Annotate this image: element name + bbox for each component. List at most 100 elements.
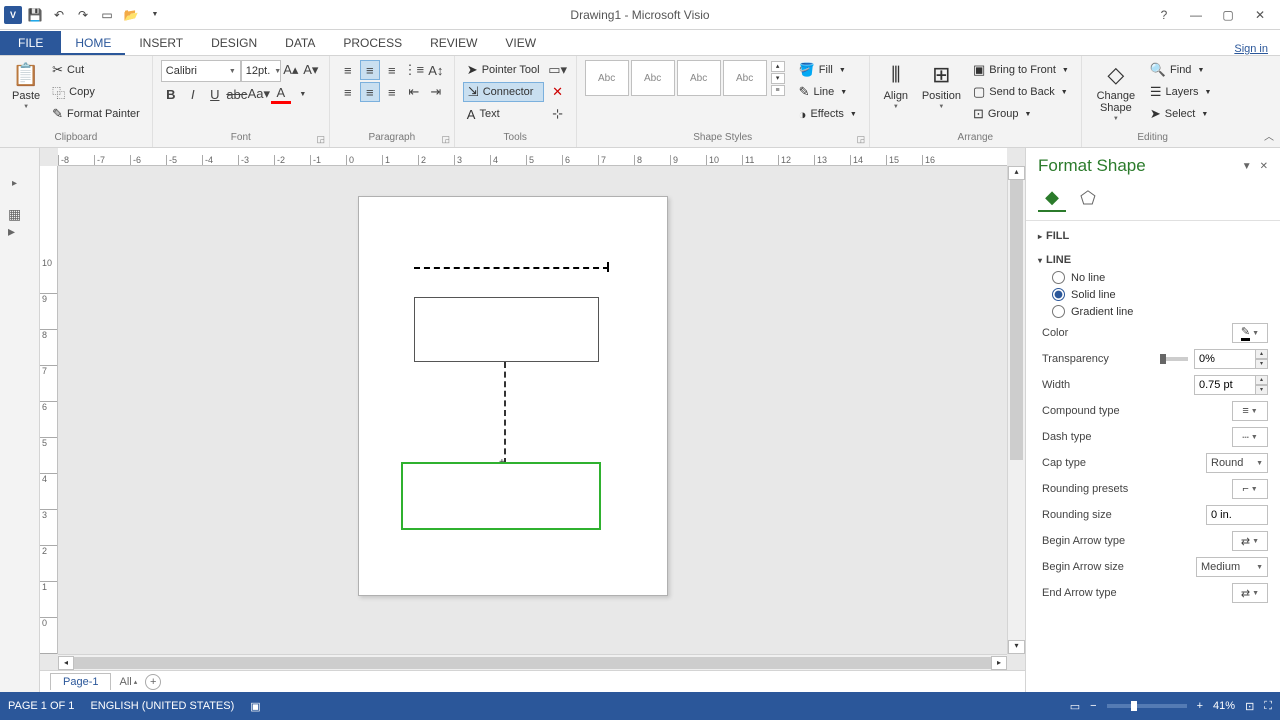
- width-input[interactable]: [1194, 375, 1256, 395]
- increase-font-icon[interactable]: A▴: [281, 60, 301, 80]
- fill-section-header[interactable]: ▸FILL: [1038, 227, 1276, 245]
- tab-process[interactable]: PROCESS: [329, 31, 416, 55]
- find-button[interactable]: 🔍Find▼: [1146, 60, 1216, 80]
- presentation-mode-icon[interactable]: ▭: [1070, 700, 1080, 713]
- bold-button[interactable]: B: [161, 84, 181, 104]
- font-size-combo[interactable]: 12pt.▼: [241, 60, 281, 82]
- fit-page-icon[interactable]: ⊡: [1245, 700, 1254, 713]
- font-color-dropdown[interactable]: ▼: [293, 84, 313, 104]
- begin-arrow-type-dropdown[interactable]: ⇄▼: [1232, 531, 1268, 551]
- align-button[interactable]: ⫴Align▼: [878, 60, 914, 112]
- scroll-left-button[interactable]: ◂: [58, 656, 74, 670]
- scroll-right-button[interactable]: ▸: [991, 656, 1007, 670]
- close-icon[interactable]: ✕: [1248, 3, 1272, 27]
- tab-home[interactable]: HOME: [61, 31, 125, 55]
- horizontal-scrollbar[interactable]: ◂ ▸: [58, 654, 1007, 670]
- line-button[interactable]: ✎Line▼: [795, 82, 861, 102]
- macro-record-icon[interactable]: ▣: [250, 700, 260, 713]
- bring-to-front-button[interactable]: ▣Bring to Front▼: [969, 60, 1073, 80]
- align-left-button[interactable]: ≡: [338, 82, 358, 102]
- bullets-button[interactable]: ⋮≡: [404, 60, 424, 80]
- underline-button[interactable]: U: [205, 84, 225, 104]
- spin-down-icon[interactable]: ▾: [1256, 385, 1268, 395]
- language-indicator[interactable]: ENGLISH (UNITED STATES): [90, 700, 234, 712]
- align-middle-button[interactable]: ≡: [360, 60, 380, 80]
- open-icon[interactable]: 📂: [120, 4, 142, 26]
- spin-up-icon[interactable]: ▴: [1256, 375, 1268, 385]
- expand-shapes-icon[interactable]: ▸: [12, 178, 17, 189]
- collapse-ribbon-icon[interactable]: ︿: [1264, 128, 1274, 143]
- end-arrow-type-dropdown[interactable]: ⇄▼: [1232, 583, 1268, 603]
- fill-line-tab-icon[interactable]: ◆: [1038, 184, 1066, 212]
- dash-type-dropdown[interactable]: ┄▼: [1232, 427, 1268, 447]
- rectangle-shape-2-highlighted[interactable]: [401, 462, 601, 530]
- add-page-button[interactable]: +: [145, 674, 161, 690]
- decrease-indent-button[interactable]: ⇤: [404, 82, 424, 102]
- maximize-icon[interactable]: ▢: [1216, 3, 1240, 27]
- minimize-icon[interactable]: —: [1184, 3, 1208, 27]
- begin-arrow-size-dropdown[interactable]: Medium▼: [1196, 557, 1268, 577]
- shape-style-4[interactable]: Abc: [723, 60, 767, 96]
- line-end-handle[interactable]: [607, 262, 609, 272]
- text-direction-button[interactable]: A↕: [426, 60, 446, 80]
- tab-design[interactable]: DESIGN: [197, 31, 271, 55]
- full-screen-icon[interactable]: ⛶: [1264, 700, 1272, 713]
- scroll-down-icon[interactable]: ▾: [771, 73, 785, 84]
- page-indicator[interactable]: PAGE 1 OF 1: [8, 700, 74, 712]
- save-icon[interactable]: 💾: [24, 4, 46, 26]
- shapes-stencil-icon[interactable]: ▦▸: [8, 206, 21, 240]
- drawing-page[interactable]: +: [358, 196, 668, 596]
- undo-icon[interactable]: ↶: [48, 4, 70, 26]
- shape-style-1[interactable]: Abc: [585, 60, 629, 96]
- italic-button[interactable]: I: [183, 84, 203, 104]
- increase-indent-button[interactable]: ⇥: [426, 82, 446, 102]
- sign-in-link[interactable]: Sign in: [1234, 43, 1280, 55]
- pane-options-icon[interactable]: ▼: [1242, 161, 1252, 172]
- qat-customize-icon[interactable]: ▼: [144, 4, 166, 26]
- tab-insert[interactable]: INSERT: [125, 31, 197, 55]
- font-color-button[interactable]: A: [271, 84, 291, 104]
- redo-icon[interactable]: ↷: [72, 4, 94, 26]
- connector-line[interactable]: [504, 362, 506, 464]
- align-top-button[interactable]: ≡: [338, 60, 358, 80]
- zoom-level[interactable]: 41%: [1213, 700, 1235, 712]
- rectangle-tool-button[interactable]: ▭▾: [548, 60, 568, 80]
- copy-button[interactable]: ⿻Copy: [48, 82, 144, 102]
- tab-view[interactable]: VIEW: [491, 31, 550, 55]
- zoom-in-button[interactable]: +: [1197, 700, 1203, 712]
- shape-style-2[interactable]: Abc: [631, 60, 675, 96]
- font-dialog-launcher[interactable]: ◲: [315, 133, 327, 145]
- tab-data[interactable]: DATA: [271, 31, 329, 55]
- change-case-button[interactable]: Aa▾: [249, 84, 269, 104]
- connection-point-button[interactable]: ⊹: [548, 104, 568, 124]
- solid-line-radio[interactable]: Solid line: [1038, 286, 1276, 303]
- paragraph-dialog-launcher[interactable]: ◲: [440, 133, 452, 145]
- transparency-slider[interactable]: [1160, 357, 1188, 361]
- rounding-size-input[interactable]: [1206, 505, 1268, 525]
- format-painter-button[interactable]: ✎Format Painter: [48, 104, 144, 124]
- align-right-button[interactable]: ≡: [382, 82, 402, 102]
- align-center-button[interactable]: ≡: [360, 82, 380, 102]
- shape-styles-dialog-launcher[interactable]: ◲: [855, 133, 867, 145]
- new-icon[interactable]: ▭: [96, 4, 118, 26]
- font-name-combo[interactable]: Calibri▼: [161, 60, 241, 82]
- scroll-down-button[interactable]: ▾: [1008, 640, 1025, 654]
- page-tab-1[interactable]: Page-1: [50, 673, 111, 690]
- drawing-canvas[interactable]: +: [58, 166, 1007, 654]
- help-icon[interactable]: ?: [1152, 3, 1176, 27]
- horizontal-scroll-thumb[interactable]: [74, 657, 991, 669]
- position-button[interactable]: ⊞Position▼: [918, 60, 965, 112]
- shape-style-3[interactable]: Abc: [677, 60, 721, 96]
- scroll-up-icon[interactable]: ▴: [771, 61, 785, 72]
- pointer-tool-button[interactable]: ➤Pointer Tool: [463, 60, 544, 80]
- vertical-scrollbar[interactable]: ▴ ▾: [1007, 166, 1025, 654]
- delete-connector-button[interactable]: ✕: [548, 82, 568, 102]
- page-tab-all[interactable]: All▴: [119, 676, 137, 688]
- select-button[interactable]: ➤Select▼: [1146, 104, 1216, 124]
- layers-button[interactable]: ☰Layers▼: [1146, 82, 1216, 102]
- align-bottom-button[interactable]: ≡: [382, 60, 402, 80]
- line-section-header[interactable]: ▾LINE: [1038, 251, 1276, 269]
- text-tool-button[interactable]: AText: [463, 104, 544, 124]
- cut-button[interactable]: ✂Cut: [48, 60, 144, 80]
- compound-type-dropdown[interactable]: ≡▼: [1232, 401, 1268, 421]
